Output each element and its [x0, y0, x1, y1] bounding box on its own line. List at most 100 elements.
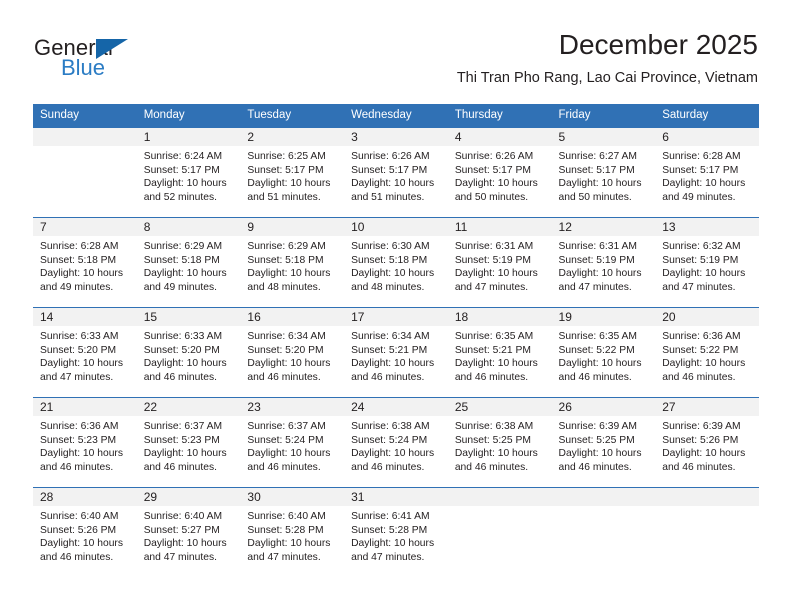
- daylight-text-line2: and 51 minutes.: [247, 191, 321, 203]
- daylight-text-line1: Daylight: 10 hours: [558, 358, 642, 370]
- daylight-text-line1: Daylight: 10 hours: [351, 268, 435, 280]
- day-details: Sunrise: 6:37 AM Sunset: 5:23 PM Dayligh…: [137, 416, 241, 474]
- day-number: 14: [33, 308, 137, 326]
- sunset-text: Sunset: 5:18 PM: [143, 254, 220, 266]
- day-cell[interactable]: [447, 487, 552, 577]
- sunrise-text: Sunrise: 6:27 AM: [558, 151, 637, 162]
- daylight-text-line1: Daylight: 10 hours: [143, 448, 227, 460]
- day-cell[interactable]: 11 Sunrise: 6:31 AM Sunset: 5:19 PM Dayl…: [447, 217, 552, 308]
- daylight-text-line2: and 47 minutes.: [143, 551, 217, 563]
- day-number: 9: [240, 218, 345, 236]
- day-cell[interactable]: 18 Sunrise: 6:35 AM Sunset: 5:21 PM Dayl…: [447, 307, 552, 398]
- page-header: General Blue December 2025 Thi Tran Pho …: [34, 28, 758, 94]
- sunset-text: Sunset: 5:18 PM: [351, 254, 428, 266]
- day-details: Sunrise: 6:39 AM Sunset: 5:25 PM Dayligh…: [552, 416, 656, 474]
- sunset-text: Sunset: 5:22 PM: [662, 344, 739, 356]
- day-cell[interactable]: 25 Sunrise: 6:38 AM Sunset: 5:25 PM Dayl…: [447, 397, 552, 488]
- sunrise-text: Sunrise: 6:40 AM: [40, 511, 119, 522]
- day-number: 22: [136, 398, 241, 416]
- day-cell[interactable]: 9 Sunrise: 6:29 AM Sunset: 5:18 PM Dayli…: [240, 217, 345, 308]
- day-cell[interactable]: 22 Sunrise: 6:37 AM Sunset: 5:23 PM Dayl…: [136, 397, 241, 488]
- day-number: [447, 488, 552, 506]
- daylight-text-line2: and 49 minutes.: [143, 281, 217, 293]
- sunrise-text: Sunrise: 6:36 AM: [40, 421, 119, 432]
- day-number: 20: [655, 308, 759, 326]
- day-cell[interactable]: 24 Sunrise: 6:38 AM Sunset: 5:24 PM Dayl…: [344, 397, 448, 488]
- day-cell[interactable]: 29 Sunrise: 6:40 AM Sunset: 5:27 PM Dayl…: [136, 487, 241, 577]
- sunrise-text: Sunrise: 6:31 AM: [558, 241, 637, 252]
- day-cell[interactable]: 6 Sunrise: 6:28 AM Sunset: 5:17 PM Dayli…: [655, 128, 759, 218]
- daylight-text-line2: and 52 minutes.: [143, 191, 217, 203]
- day-cell[interactable]: [551, 487, 656, 577]
- calendar-head: Sunday Monday Tuesday Wednesday Thursday…: [33, 104, 759, 128]
- sunrise-text: Sunrise: 6:37 AM: [143, 421, 223, 432]
- day-cell[interactable]: 13 Sunrise: 6:32 AM Sunset: 5:19 PM Dayl…: [655, 217, 759, 308]
- day-cell[interactable]: 21 Sunrise: 6:36 AM Sunset: 5:23 PM Dayl…: [33, 397, 137, 488]
- daylight-text-line2: and 46 minutes.: [454, 461, 529, 473]
- day-cell[interactable]: 19 Sunrise: 6:35 AM Sunset: 5:22 PM Dayl…: [551, 307, 656, 398]
- sunset-text: Sunset: 5:27 PM: [143, 524, 220, 536]
- daylight-text-line2: and 46 minutes.: [558, 461, 632, 473]
- day-cell[interactable]: 10 Sunrise: 6:30 AM Sunset: 5:18 PM Dayl…: [344, 217, 448, 308]
- day-cell[interactable]: 26 Sunrise: 6:39 AM Sunset: 5:25 PM Dayl…: [551, 397, 656, 488]
- sunset-text: Sunset: 5:25 PM: [558, 434, 635, 446]
- day-cell[interactable]: 23 Sunrise: 6:37 AM Sunset: 5:24 PM Dayl…: [240, 397, 345, 488]
- day-cell[interactable]: 15 Sunrise: 6:33 AM Sunset: 5:20 PM Dayl…: [136, 307, 241, 398]
- sunset-text: Sunset: 5:21 PM: [454, 344, 531, 356]
- sunset-text: Sunset: 5:17 PM: [351, 164, 428, 176]
- day-cell[interactable]: 8 Sunrise: 6:29 AM Sunset: 5:18 PM Dayli…: [136, 217, 241, 308]
- day-number: 1: [136, 128, 241, 146]
- day-cell[interactable]: 12 Sunrise: 6:31 AM Sunset: 5:19 PM Dayl…: [551, 217, 656, 308]
- daylight-text-line2: and 47 minutes.: [558, 281, 632, 293]
- day-cell[interactable]: 30 Sunrise: 6:40 AM Sunset: 5:28 PM Dayl…: [240, 487, 345, 577]
- day-details: Sunrise: 6:29 AM Sunset: 5:18 PM Dayligh…: [240, 236, 344, 294]
- day-cell[interactable]: 17 Sunrise: 6:34 AM Sunset: 5:21 PM Dayl…: [344, 307, 448, 398]
- day-cell[interactable]: 16 Sunrise: 6:34 AM Sunset: 5:20 PM Dayl…: [240, 307, 345, 398]
- daylight-text-line2: and 46 minutes.: [143, 371, 217, 383]
- daylight-text-line2: and 48 minutes.: [247, 281, 321, 293]
- week-row: 28 Sunrise: 6:40 AM Sunset: 5:26 PM Dayl…: [33, 487, 759, 577]
- day-details: Sunrise: 6:40 AM Sunset: 5:27 PM Dayligh…: [137, 506, 241, 564]
- day-cell[interactable]: 5 Sunrise: 6:27 AM Sunset: 5:17 PM Dayli…: [551, 128, 656, 218]
- daylight-text-line2: and 47 minutes.: [662, 281, 736, 293]
- day-cell[interactable]: 3 Sunrise: 6:26 AM Sunset: 5:17 PM Dayli…: [344, 128, 448, 218]
- sunrise-text: Sunrise: 6:39 AM: [662, 421, 741, 432]
- day-cell[interactable]: [33, 128, 137, 218]
- logo-general-blue[interactable]: General Blue: [34, 36, 214, 88]
- day-number: [655, 488, 759, 506]
- daylight-text-line2: and 46 minutes.: [454, 371, 529, 383]
- daylight-text-line1: Daylight: 10 hours: [143, 268, 227, 280]
- day-cell[interactable]: 14 Sunrise: 6:33 AM Sunset: 5:20 PM Dayl…: [33, 307, 137, 398]
- title-block: December 2025 Thi Tran Pho Rang, Lao Cai…: [457, 28, 758, 88]
- day-cell[interactable]: 31 Sunrise: 6:41 AM Sunset: 5:28 PM Dayl…: [344, 487, 448, 577]
- calendar-page: General Blue December 2025 Thi Tran Pho …: [0, 0, 792, 612]
- daylight-text-line2: and 49 minutes.: [40, 281, 114, 293]
- day-cell[interactable]: 20 Sunrise: 6:36 AM Sunset: 5:22 PM Dayl…: [655, 307, 759, 398]
- sunset-text: Sunset: 5:17 PM: [143, 164, 220, 176]
- day-cell[interactable]: 7 Sunrise: 6:28 AM Sunset: 5:18 PM Dayli…: [33, 217, 137, 308]
- daylight-text-line2: and 46 minutes.: [351, 461, 425, 473]
- day-cell[interactable]: 27 Sunrise: 6:39 AM Sunset: 5:26 PM Dayl…: [655, 397, 759, 488]
- day-cell[interactable]: 4 Sunrise: 6:26 AM Sunset: 5:17 PM Dayli…: [447, 128, 552, 218]
- sunrise-text: Sunrise: 6:40 AM: [247, 511, 326, 522]
- daylight-text-line2: and 46 minutes.: [143, 461, 217, 473]
- daylight-text-line1: Daylight: 10 hours: [247, 448, 331, 460]
- daylight-text-line1: Daylight: 10 hours: [351, 358, 435, 370]
- day-cell[interactable]: [655, 487, 759, 577]
- daylight-text-line2: and 46 minutes.: [40, 461, 114, 473]
- daylight-text-line2: and 48 minutes.: [351, 281, 425, 293]
- daylight-text-line1: Daylight: 10 hours: [40, 448, 123, 460]
- day-cell[interactable]: 2 Sunrise: 6:25 AM Sunset: 5:17 PM Dayli…: [240, 128, 345, 218]
- daylight-text-line1: Daylight: 10 hours: [143, 178, 227, 190]
- day-details: Sunrise: 6:34 AM Sunset: 5:21 PM Dayligh…: [344, 326, 448, 384]
- week-row: 1 Sunrise: 6:24 AM Sunset: 5:17 PM Dayli…: [33, 128, 759, 218]
- day-cell[interactable]: 1 Sunrise: 6:24 AM Sunset: 5:17 PM Dayli…: [136, 128, 241, 218]
- sunset-text: Sunset: 5:19 PM: [454, 254, 531, 266]
- sunset-text: Sunset: 5:18 PM: [247, 254, 324, 266]
- daylight-text-line2: and 47 minutes.: [247, 551, 321, 563]
- sunrise-text: Sunrise: 6:40 AM: [143, 511, 223, 522]
- day-details: Sunrise: 6:31 AM Sunset: 5:19 PM Dayligh…: [552, 236, 656, 294]
- day-details: Sunrise: 6:31 AM Sunset: 5:19 PM Dayligh…: [448, 236, 552, 294]
- day-cell[interactable]: 28 Sunrise: 6:40 AM Sunset: 5:26 PM Dayl…: [33, 487, 137, 577]
- daylight-text-line1: Daylight: 10 hours: [454, 178, 538, 190]
